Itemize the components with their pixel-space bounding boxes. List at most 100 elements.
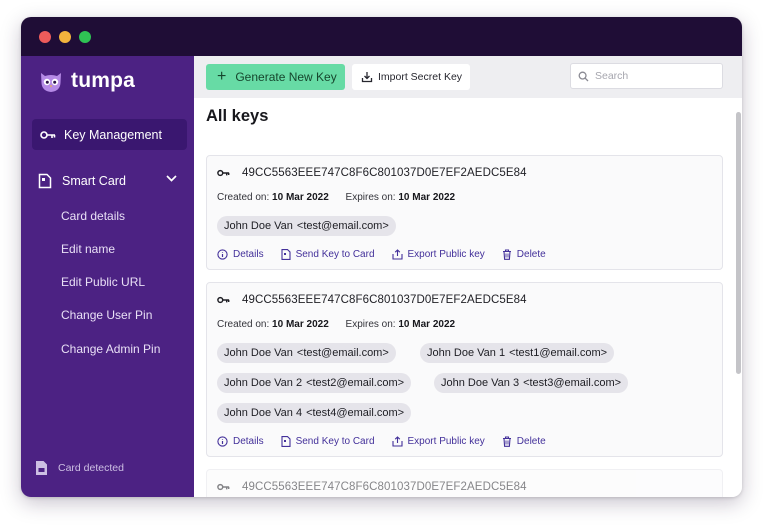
send-key-to-card-button[interactable]: Send Key to Card — [281, 436, 375, 447]
user-id-chip: John Doe Van <test@email.com> — [217, 216, 396, 236]
key-dates: Created on: 10 Mar 2022 Expires on: 10 M… — [217, 319, 455, 330]
trash-icon — [502, 249, 511, 260]
sidebar-item-edit-public-url[interactable]: Edit Public URL — [61, 275, 145, 289]
user-email: <test3@email.com> — [523, 377, 622, 389]
maximize-window-button[interactable] — [79, 31, 91, 43]
smart-card-icon — [281, 436, 291, 447]
sidebar-item-edit-name[interactable]: Edit name — [61, 242, 115, 256]
sidebar-item-label: Key Management — [64, 127, 162, 142]
key-list-area: All keys 49CC5563EEE747C8F6C801037D0E7EF… — [194, 98, 742, 497]
app-window: tumpa Key Management Smart Card Card det… — [21, 17, 742, 497]
plus-icon: + — [217, 68, 227, 85]
key-fingerprint-row: 49CC5563EEE747C8F6C801037D0E7EF2AEDC5E84 — [217, 481, 527, 493]
user-id-chip: John Doe Van 3 <test3@email.com> — [434, 373, 629, 393]
user-email: <test1@email.com> — [509, 347, 608, 359]
details-button[interactable]: Details — [217, 249, 264, 260]
expires-date: 10 Mar 2022 — [398, 192, 456, 203]
main-panel: + Generate New Key Import Secret Key All… — [194, 56, 742, 497]
import-secret-key-button[interactable]: Import Secret Key — [352, 64, 470, 90]
user-id-chip: John Doe Van 2 <test2@email.com> — [217, 373, 412, 393]
delete-button[interactable]: Delete — [502, 436, 546, 447]
key-icon — [217, 483, 230, 491]
expires-date: 10 Mar 2022 — [398, 319, 456, 330]
export-public-key-label: Export Public key — [407, 249, 485, 260]
delete-button[interactable]: Delete — [502, 249, 546, 260]
details-label: Details — [233, 436, 264, 447]
smart-card-icon — [281, 249, 291, 260]
key-actions: Details Send Key to Card Export Public k… — [217, 436, 563, 447]
user-email: <test2@email.com> — [306, 377, 405, 389]
key-fingerprint-row: 49CC5563EEE747C8F6C801037D0E7EF2AEDC5E84 — [217, 294, 527, 306]
search-input[interactable] — [595, 70, 715, 82]
smart-card-icon — [38, 173, 52, 189]
key-actions: Details Send Key to Card Export Public k… — [217, 249, 563, 260]
user-id-chip: John Doe Van 1 <test1@email.com> — [420, 343, 615, 363]
app-name: tumpa — [71, 69, 135, 92]
generate-new-key-label: Generate New Key — [235, 70, 337, 84]
created-date: 10 Mar 2022 — [272, 192, 329, 203]
import-icon — [361, 72, 373, 83]
send-key-to-card-label: Send Key to Card — [295, 436, 375, 447]
expires-label: Expires on: — [345, 319, 396, 330]
user-name: John Doe Van — [224, 220, 293, 232]
generate-new-key-button[interactable]: + Generate New Key — [206, 64, 345, 90]
user-email: <test@email.com> — [296, 347, 389, 359]
sidebar-item-change-user-pin[interactable]: Change User Pin — [61, 308, 152, 322]
user-name: John Doe Van — [224, 347, 293, 359]
title-bar — [21, 17, 742, 56]
scrollbar[interactable] — [734, 98, 742, 497]
send-key-to-card-button[interactable]: Send Key to Card — [281, 249, 375, 260]
key-icon — [217, 296, 230, 304]
created-label: Created on: — [217, 192, 270, 203]
user-id-chip: John Doe Van <test@email.com> — [217, 343, 396, 363]
minimize-window-button[interactable] — [59, 31, 71, 43]
sidebar-item-label: Smart Card — [62, 174, 126, 188]
sidebar-item-card-details[interactable]: Card details — [61, 209, 125, 223]
info-icon — [217, 249, 228, 260]
details-button[interactable]: Details — [217, 436, 264, 447]
key-icon — [40, 130, 56, 139]
key-fingerprint: 49CC5563EEE747C8F6C801037D0E7EF2AEDC5E84 — [242, 167, 527, 179]
user-name: John Doe Van 3 — [441, 377, 520, 389]
export-icon — [391, 436, 403, 447]
sidebar-item-key-management[interactable]: Key Management — [32, 119, 187, 150]
page-title: All keys — [206, 107, 269, 125]
sidebar-item-change-admin-pin[interactable]: Change Admin Pin — [61, 342, 160, 356]
user-email: <test4@email.com> — [306, 407, 405, 419]
toolbar: + Generate New Key Import Secret Key — [194, 56, 742, 98]
smart-card-icon — [36, 461, 47, 475]
card-status: Card detected — [35, 460, 124, 476]
export-public-key-label: Export Public key — [407, 436, 485, 447]
close-window-button[interactable] — [39, 31, 51, 43]
info-icon — [217, 436, 228, 447]
sidebar: tumpa Key Management Smart Card Card det… — [21, 56, 194, 497]
user-name: John Doe Van 2 — [224, 377, 303, 389]
card-status-label: Card detected — [58, 462, 124, 474]
key-fingerprint: 49CC5563EEE747C8F6C801037D0E7EF2AEDC5E84 — [242, 481, 527, 493]
key-card: 49CC5563EEE747C8F6C801037D0E7EF2AEDC5E84… — [206, 155, 723, 270]
details-label: Details — [233, 249, 264, 260]
key-card: 49CC5563EEE747C8F6C801037D0E7EF2AEDC5E84 — [206, 469, 723, 497]
app-logo: tumpa — [38, 68, 135, 94]
delete-label: Delete — [516, 436, 546, 447]
key-card: 49CC5563EEE747C8F6C801037D0E7EF2AEDC5E84… — [206, 282, 723, 457]
trash-icon — [502, 436, 511, 447]
scrollbar-thumb[interactable] — [736, 112, 741, 374]
chevron-down-icon[interactable] — [166, 175, 177, 182]
export-icon — [391, 249, 403, 260]
user-name: John Doe Van 4 — [224, 407, 303, 419]
import-secret-key-label: Import Secret Key — [378, 71, 463, 83]
expires-label: Expires on: — [345, 192, 396, 203]
user-email: <test@email.com> — [296, 220, 389, 232]
export-public-key-button[interactable]: Export Public key — [391, 436, 485, 447]
user-id-chip: John Doe Van 4 <test4@email.com> — [217, 403, 412, 423]
created-date: 10 Mar 2022 — [272, 319, 329, 330]
owl-logo-icon — [41, 73, 61, 92]
send-key-to-card-label: Send Key to Card — [295, 249, 375, 260]
key-icon — [217, 169, 230, 177]
sidebar-item-smart-card[interactable]: Smart Card — [32, 166, 187, 196]
key-fingerprint-row: 49CC5563EEE747C8F6C801037D0E7EF2AEDC5E84 — [217, 167, 527, 179]
search-icon — [578, 71, 589, 81]
delete-label: Delete — [516, 249, 546, 260]
export-public-key-button[interactable]: Export Public key — [391, 249, 485, 260]
